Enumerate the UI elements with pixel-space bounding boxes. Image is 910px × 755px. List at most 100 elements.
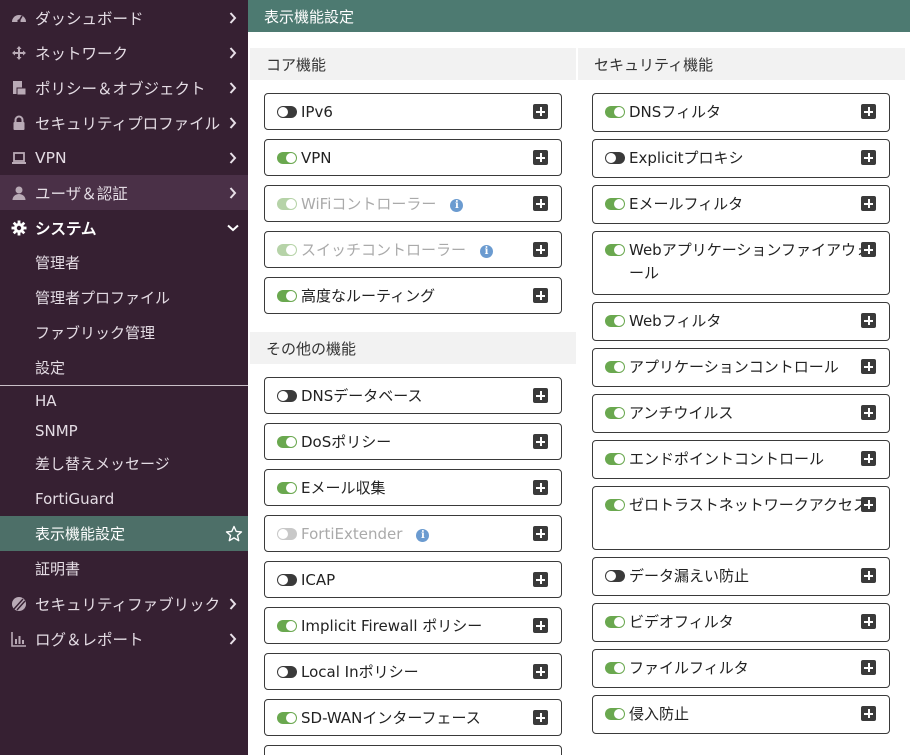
star-icon[interactable] xyxy=(225,525,243,543)
plus-square-icon[interactable] xyxy=(861,359,876,374)
sidebar-item-settings[interactable]: 設定 xyxy=(0,350,248,385)
feature-toggle[interactable] xyxy=(277,152,297,164)
feature-toggle[interactable] xyxy=(605,152,625,164)
feature-toggle[interactable] xyxy=(605,453,625,465)
feature-label: ビデオフィルタ xyxy=(629,611,879,634)
feature-card: エンドポイントコントロール xyxy=(592,440,890,479)
feature-toggle[interactable] xyxy=(605,616,625,628)
plus-square-icon[interactable] xyxy=(861,242,876,257)
plus-square-icon[interactable] xyxy=(861,104,876,119)
plus-square-icon[interactable] xyxy=(861,196,876,211)
feature-label: Implicit Firewall ポリシー xyxy=(301,615,551,638)
feature-toggle[interactable] xyxy=(605,708,625,720)
feature-label-text: データ漏えい防止 xyxy=(629,567,750,585)
sidebar-item-label: 証明書 xyxy=(35,560,81,578)
plus-square-icon[interactable] xyxy=(533,104,548,119)
nav-security-fabric[interactable]: セキュリティファブリック xyxy=(0,586,248,621)
nav-system[interactable]: システム xyxy=(0,210,248,245)
nav-policy[interactable]: ポリシー＆オブジェクト xyxy=(0,70,248,105)
plus-square-icon[interactable] xyxy=(533,388,548,403)
plus-square-icon[interactable] xyxy=(533,150,548,165)
nav-user-auth[interactable]: ユーザ＆認証 xyxy=(0,175,248,210)
feature-toggle[interactable] xyxy=(277,482,297,494)
feature-toggle[interactable] xyxy=(277,712,297,724)
plus-square-icon[interactable] xyxy=(533,196,548,211)
feature-toggle[interactable] xyxy=(605,499,625,511)
feature-toggle[interactable] xyxy=(277,574,297,586)
nav-security-fabric-label: セキュリティファブリック xyxy=(35,595,221,614)
feature-toggle[interactable] xyxy=(605,407,625,419)
plus-square-icon[interactable] xyxy=(533,526,548,541)
feature-label-text: Explicitプロキシ xyxy=(629,149,744,167)
feature-card: 高度なルーティング xyxy=(264,277,562,314)
chevron-right-icon xyxy=(226,46,240,60)
feature-toggle[interactable] xyxy=(605,106,625,118)
plus-square-icon[interactable] xyxy=(861,405,876,420)
plus-square-icon[interactable] xyxy=(533,434,548,449)
nav-policy-label: ポリシー＆オブジェクト xyxy=(35,79,206,98)
feature-card: DNSフィルタ xyxy=(592,93,890,132)
feature-toggle[interactable] xyxy=(605,570,625,582)
sidebar-item-snmp[interactable]: SNMP xyxy=(0,416,248,446)
plus-square-icon[interactable] xyxy=(533,480,548,495)
feature-label-text: 侵入防止 xyxy=(629,705,690,723)
plus-square-icon[interactable] xyxy=(533,618,548,633)
feature-toggle[interactable] xyxy=(605,198,625,210)
plus-square-icon[interactable] xyxy=(861,497,876,512)
feature-card: 侵入防止 xyxy=(592,695,890,734)
feature-label-text: Webアプリケーションファイアウォール xyxy=(629,241,871,282)
sidebar-item-fortiguard[interactable]: FortiGuard xyxy=(0,481,248,516)
feature-toggle[interactable] xyxy=(277,620,297,632)
feature-label: スイッチコントローラー i xyxy=(301,239,551,262)
chevron-right-icon xyxy=(226,186,240,200)
plus-square-icon[interactable] xyxy=(533,572,548,587)
nav-network[interactable]: ネットワーク xyxy=(0,35,248,70)
nav-vpn[interactable]: VPN xyxy=(0,140,248,175)
chevron-right-icon xyxy=(226,81,240,95)
plus-square-icon[interactable] xyxy=(533,242,548,257)
sidebar-item-admins[interactable]: 管理者 xyxy=(0,245,248,280)
nav-security-profile[interactable]: セキュリティプロファイル xyxy=(0,105,248,140)
feature-card: データ漏えい防止 xyxy=(592,557,890,596)
sidebar-item-ha[interactable]: HA xyxy=(0,386,248,416)
sidebar-item-certificates[interactable]: 証明書 xyxy=(0,551,248,586)
plus-square-icon[interactable] xyxy=(533,710,548,725)
feature-toggle[interactable] xyxy=(277,290,297,302)
info-icon[interactable]: i xyxy=(480,245,494,258)
plus-square-icon[interactable] xyxy=(861,568,876,583)
feature-toggle[interactable] xyxy=(605,244,625,256)
plus-square-icon[interactable] xyxy=(861,614,876,629)
feature-card: WiFiコントローラー i xyxy=(264,185,562,222)
sidebar-item-fabric-management[interactable]: ファブリック管理 xyxy=(0,315,248,350)
sidebar-item-feature-visibility[interactable]: 表示機能設定 xyxy=(0,516,248,551)
feature-card: Implicit Firewall ポリシー xyxy=(264,607,562,644)
plus-square-icon[interactable] xyxy=(861,313,876,328)
sidebar-item-label: 管理者 xyxy=(35,254,81,272)
nav-log-report[interactable]: ログ＆レポート xyxy=(0,621,248,656)
plus-square-icon[interactable] xyxy=(861,150,876,165)
feature-toggle[interactable] xyxy=(605,315,625,327)
feature-toggle[interactable] xyxy=(605,662,625,674)
nav-dashboard[interactable]: ダッシュボード xyxy=(0,0,248,35)
feature-toggle[interactable] xyxy=(277,106,297,118)
info-icon[interactable]: i xyxy=(416,529,430,542)
feature-card: ICAP xyxy=(264,561,562,598)
feature-label: IPv6 xyxy=(301,101,551,124)
plus-square-icon[interactable] xyxy=(533,664,548,679)
plus-square-icon[interactable] xyxy=(533,288,548,303)
plus-square-icon[interactable] xyxy=(861,451,876,466)
feature-label: エンドポイントコントロール xyxy=(629,448,879,471)
info-icon[interactable]: i xyxy=(450,199,464,212)
laptop-icon xyxy=(10,149,28,167)
feature-toggle[interactable] xyxy=(277,436,297,448)
feature-toggle[interactable] xyxy=(277,666,297,678)
sidebar-item-admin-profiles[interactable]: 管理者プロファイル xyxy=(0,280,248,315)
plus-square-icon[interactable] xyxy=(861,660,876,675)
chevron-right-icon xyxy=(226,632,240,646)
sidebar-item-replacement-messages[interactable]: 差し替えメッセージ xyxy=(0,446,248,481)
plus-square-icon[interactable] xyxy=(861,706,876,721)
feature-toggle[interactable] xyxy=(277,390,297,402)
feature-toggle[interactable] xyxy=(605,361,625,373)
feature-label-text: VPN xyxy=(301,149,332,167)
nav-user-auth-label: ユーザ＆認証 xyxy=(35,184,128,203)
